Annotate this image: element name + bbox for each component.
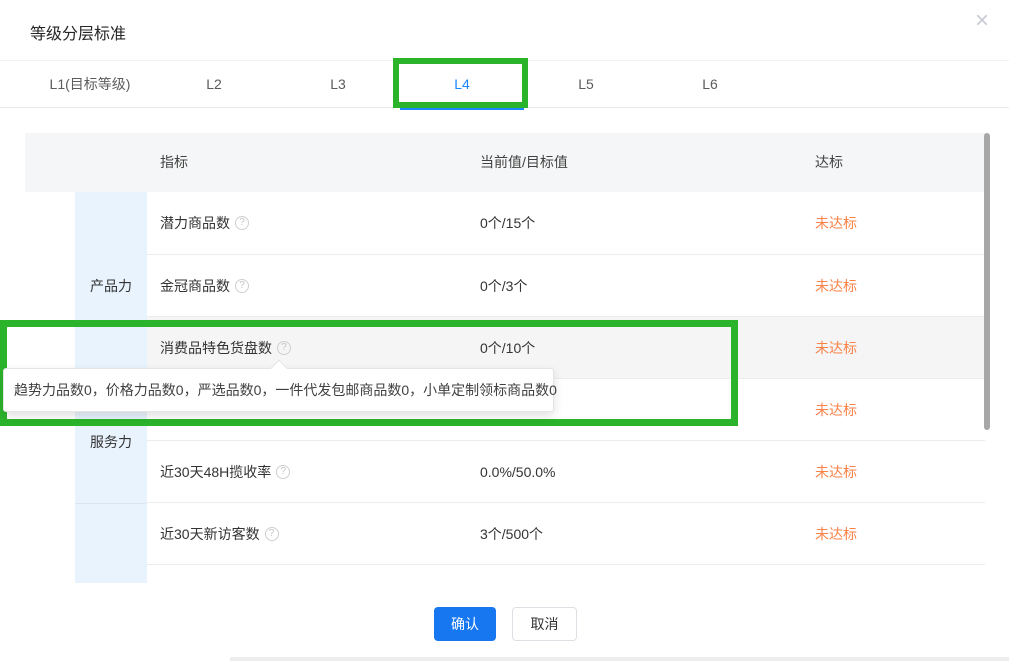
bottom-edge-divider — [230, 657, 1009, 661]
status-badge: 未达标 — [815, 255, 857, 316]
value-cell: 3个/500个 — [480, 503, 543, 564]
help-icon[interactable]: ? — [235, 216, 249, 230]
status-badge: 未达标 — [815, 503, 857, 564]
help-icon[interactable]: ? — [265, 527, 279, 541]
indicator-label: 金冠商品数 — [160, 276, 230, 296]
value-cell: 0个/3个 — [480, 255, 527, 316]
table-row: 潜力商品数 ? 0个/15个 未达标 — [147, 192, 985, 255]
indicator-cell: 近30天48H揽收率 ? — [160, 441, 290, 502]
row-group-extra — [75, 503, 147, 583]
indicator-cell: 金冠商品数 ? — [160, 255, 249, 316]
indicator-label: 近30天48H揽收率 — [160, 462, 271, 482]
table-row: 金冠商品数 ? 0个/3个 未达标 — [147, 255, 985, 317]
close-icon[interactable]: × — [969, 8, 995, 34]
table-row: 近30天48H揽收率 ? 0.0%/50.0% 未达标 — [147, 441, 985, 503]
status-badge: 未达标 — [815, 192, 857, 254]
highlight-box-tab-l4 — [393, 58, 528, 108]
tab-l2[interactable]: L2 — [152, 61, 276, 108]
indicator-label: 近30天新访客数 — [160, 524, 260, 544]
tab-l1[interactable]: L1(目标等级) — [28, 61, 152, 108]
page-title: 等级分层标准 — [30, 20, 126, 44]
indicator-label: 潜力商品数 — [160, 213, 230, 233]
column-header-indicator: 指标 — [160, 133, 188, 192]
help-icon[interactable]: ? — [276, 465, 290, 479]
status-badge: 未达标 — [815, 379, 857, 440]
status-badge: 未达标 — [815, 441, 857, 502]
help-icon[interactable]: ? — [235, 279, 249, 293]
indicator-cell: 近30天新访客数 ? — [160, 503, 279, 564]
status-badge: 未达标 — [815, 317, 857, 378]
table-row: 近30天新访客数 ? 3个/500个 未达标 — [147, 503, 985, 565]
column-header-value: 当前值/目标值 — [480, 133, 568, 192]
tab-l6[interactable]: L6 — [648, 61, 772, 108]
value-cell: 0个/15个 — [480, 192, 535, 254]
vertical-scrollbar-thumb[interactable] — [984, 133, 990, 430]
level-standard-dialog: 等级分层标准 × L1(目标等级) L2 L3 L4 L5 L6 指标 当前值/… — [0, 0, 1009, 661]
column-header-status: 达标 — [815, 133, 843, 192]
tab-l5[interactable]: L5 — [524, 61, 648, 108]
cancel-button[interactable]: 取消 — [512, 607, 577, 641]
confirm-button[interactable]: 确认 — [434, 607, 496, 641]
tab-l3[interactable]: L3 — [276, 61, 400, 108]
value-cell: 0.0%/50.0% — [480, 441, 556, 502]
table-header: 指标 当前值/目标值 达标 — [25, 133, 985, 192]
indicator-cell: 潜力商品数 ? — [160, 192, 249, 254]
